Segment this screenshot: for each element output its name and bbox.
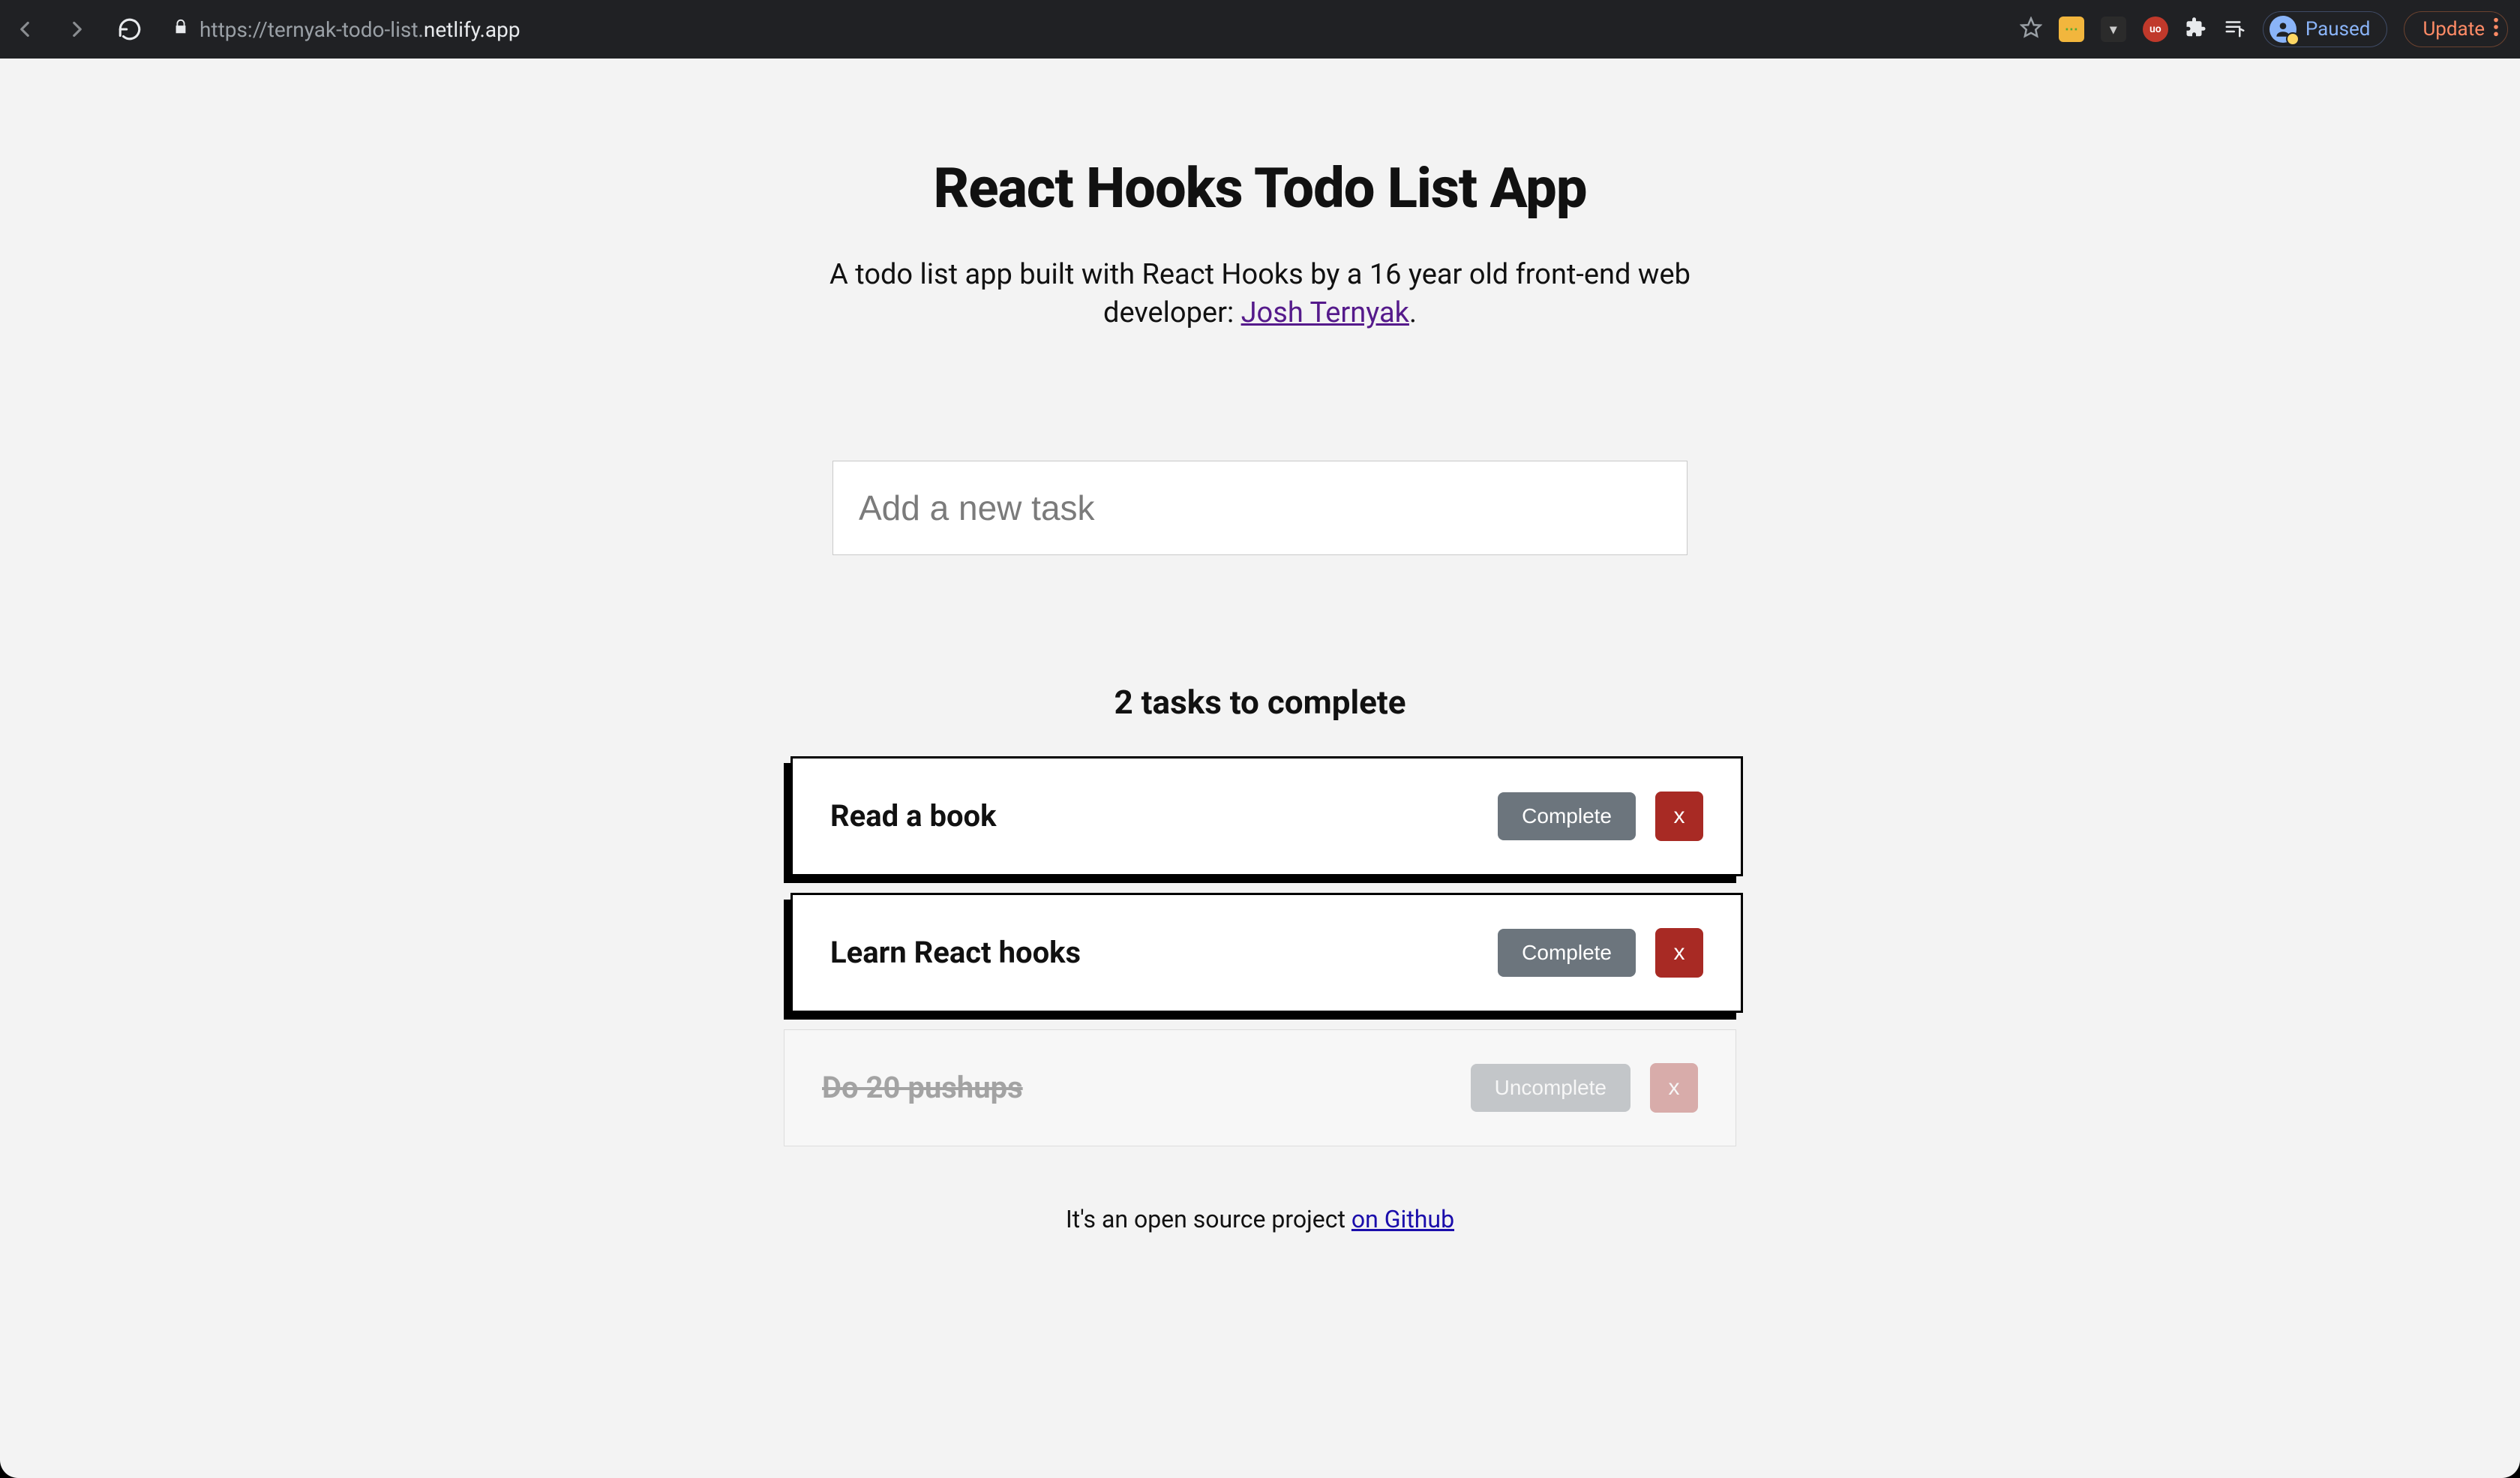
- page-content: React Hooks Todo List App A todo list ap…: [784, 156, 1736, 1478]
- new-task-input[interactable]: [832, 461, 1688, 555]
- todo-list: Read a book Complete x Learn React hooks…: [784, 756, 1736, 1146]
- delete-button[interactable]: x: [1650, 1063, 1698, 1113]
- avatar-icon: [2270, 16, 2296, 43]
- todo-title: Read a book: [830, 798, 996, 834]
- todo-buttons: Complete x: [1498, 928, 1703, 978]
- bookmark-star-icon[interactable]: [2020, 17, 2042, 42]
- footer-text: It's an open source project: [1066, 1205, 1352, 1233]
- pause-badge-icon: [2286, 32, 2300, 46]
- extension-icon[interactable]: ⋯: [2059, 17, 2084, 42]
- back-button[interactable]: [12, 17, 38, 42]
- subtitle-after: .: [1409, 296, 1417, 329]
- todo-item: Read a book Complete x: [790, 756, 1743, 876]
- complete-button[interactable]: Complete: [1498, 929, 1636, 977]
- media-control-icon[interactable]: [2224, 17, 2246, 42]
- update-pill[interactable]: Update: [2404, 11, 2508, 47]
- page-title: React Hooks Todo List App: [784, 156, 1736, 221]
- profile-paused-pill[interactable]: Paused: [2263, 11, 2388, 47]
- github-link[interactable]: on Github: [1352, 1205, 1454, 1233]
- nav-buttons: [12, 17, 142, 42]
- kebab-icon[interactable]: [2492, 17, 2500, 43]
- extension-icon[interactable]: uo: [2143, 17, 2168, 42]
- todo-item: Learn React hooks Complete x: [790, 893, 1743, 1013]
- todo-buttons: Complete x: [1498, 792, 1703, 841]
- url-text: https://ternyak-todo-list.netlify.app: [200, 17, 520, 42]
- delete-button[interactable]: x: [1655, 928, 1703, 978]
- author-link[interactable]: Josh Ternyak: [1241, 296, 1409, 329]
- reload-button[interactable]: [117, 17, 142, 42]
- open-source-note: It's an open source project on Github: [784, 1205, 1736, 1233]
- address-bar[interactable]: https://ternyak-todo-list.netlify.app: [172, 17, 2020, 42]
- page-subtitle: A todo list app built with React Hooks b…: [784, 256, 1736, 333]
- lock-icon: [172, 17, 189, 42]
- uncomplete-button[interactable]: Uncomplete: [1471, 1064, 1630, 1112]
- extensions-icon[interactable]: [2185, 17, 2207, 42]
- complete-button[interactable]: Complete: [1498, 792, 1636, 840]
- paused-label: Paused: [2306, 18, 2371, 41]
- extension-icon[interactable]: ▾: [2101, 17, 2126, 42]
- chrome-actions: ⋯ ▾ uo Paused Update: [2020, 11, 2508, 47]
- todo-title: Do 20 pushups: [822, 1070, 1023, 1105]
- forward-button[interactable]: [64, 17, 90, 42]
- tasks-remaining-heading: 2 tasks to complete: [784, 683, 1736, 722]
- todo-buttons: Uncomplete x: [1471, 1063, 1698, 1113]
- update-label: Update: [2422, 18, 2485, 41]
- browser-chrome: https://ternyak-todo-list.netlify.app ⋯ …: [0, 0, 2520, 59]
- webpage-viewport: React Hooks Todo List App A todo list ap…: [0, 59, 2520, 1478]
- delete-button[interactable]: x: [1655, 792, 1703, 841]
- todo-title: Learn React hooks: [830, 935, 1081, 970]
- todo-item-completed: Do 20 pushups Uncomplete x: [784, 1029, 1736, 1146]
